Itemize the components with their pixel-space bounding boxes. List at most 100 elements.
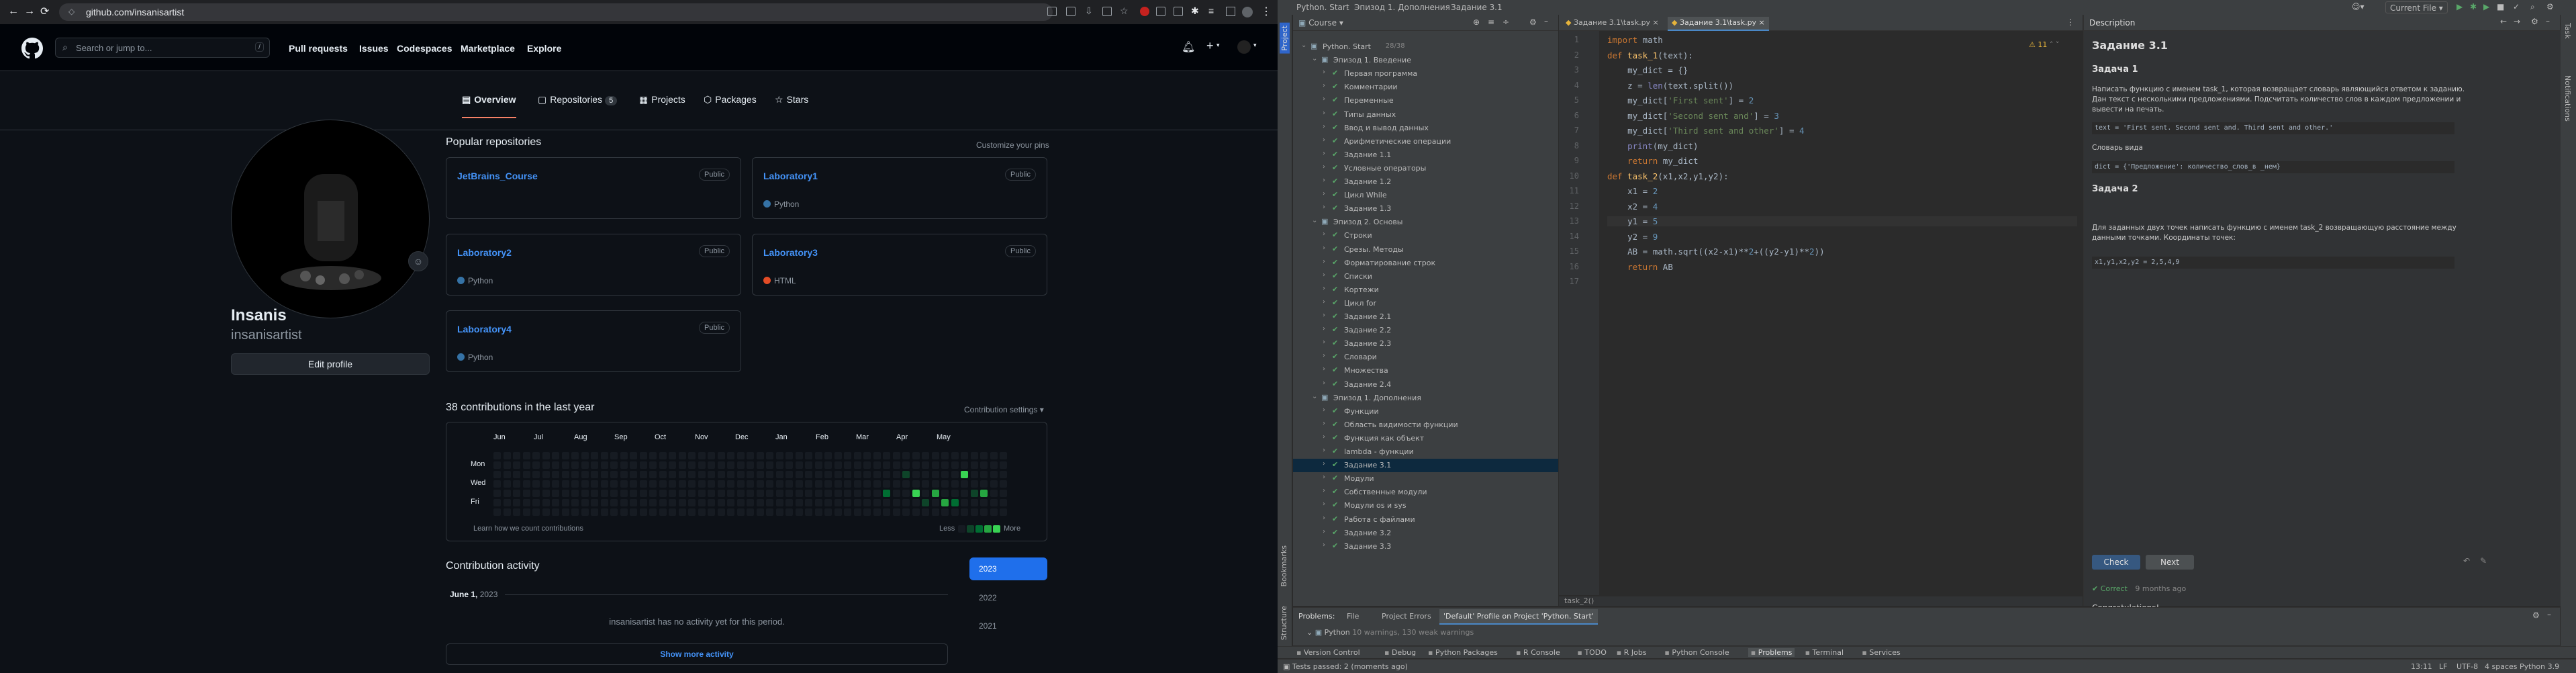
- contribution-day-cell[interactable]: [736, 490, 745, 497]
- contribution-day-cell[interactable]: [814, 480, 822, 488]
- contribution-day-cell[interactable]: [736, 499, 745, 506]
- tree-folder[interactable]: ⌄ ▣ Эпизод 2. Основы: [1293, 216, 1558, 229]
- contribution-day-cell[interactable]: [980, 480, 988, 488]
- contribution-day-cell[interactable]: [610, 452, 618, 459]
- contribution-day-cell[interactable]: [980, 461, 988, 469]
- contribution-day-cell[interactable]: [727, 461, 734, 469]
- contribution-day-cell[interactable]: [941, 499, 949, 506]
- chevron-right-icon[interactable]: ›: [1323, 285, 1325, 292]
- contribution-day-cell[interactable]: [649, 452, 657, 459]
- contribution-day-cell[interactable]: [736, 452, 745, 459]
- contribution-day-cell[interactable]: [990, 490, 998, 497]
- contribution-day-cell[interactable]: [600, 452, 608, 459]
- contribution-day-cell[interactable]: [649, 508, 657, 516]
- contribution-day-cell[interactable]: [970, 490, 978, 497]
- tool-button-python-console[interactable]: ▪ Python Console: [1664, 648, 1729, 657]
- contribution-day-cell[interactable]: [844, 490, 851, 497]
- tree-item[interactable]: › ✔ Задание 2.2: [1293, 324, 1558, 337]
- nav-issues[interactable]: Issues: [359, 43, 389, 54]
- contribution-day-cell[interactable]: [795, 471, 803, 478]
- chevron-right-icon[interactable]: ›: [1323, 312, 1325, 319]
- chevron-down-icon[interactable]: ⌄: [1312, 55, 1317, 62]
- code-line[interactable]: my_dict['Second sent and'] = 3: [1607, 111, 1779, 121]
- gear-icon[interactable]: ⚙: [1529, 17, 1537, 27]
- contribution-day-cell[interactable]: [1000, 508, 1007, 516]
- contribution-day-cell[interactable]: [708, 480, 715, 488]
- contribution-day-cell[interactable]: [493, 471, 501, 478]
- contribution-day-cell[interactable]: [931, 499, 939, 506]
- contribution-day-cell[interactable]: [561, 499, 569, 506]
- contribution-day-cell[interactable]: [873, 508, 881, 516]
- contribution-day-cell[interactable]: [853, 499, 861, 506]
- tree-item[interactable]: › ✔ Модули os и sys: [1293, 499, 1558, 512]
- undo-icon[interactable]: ↶: [2463, 556, 2470, 566]
- contribution-day-cell[interactable]: [630, 499, 637, 506]
- contribution-day-cell[interactable]: [571, 461, 579, 469]
- translate-icon[interactable]: [1066, 7, 1076, 16]
- download-icon[interactable]: ⇩: [1085, 5, 1093, 17]
- contribution-day-cell[interactable]: [834, 499, 842, 506]
- contribution-day-cell[interactable]: [639, 499, 647, 506]
- contribution-day-cell[interactable]: [620, 490, 628, 497]
- contribution-day-cell[interactable]: [931, 490, 939, 497]
- contribution-day-cell[interactable]: [747, 452, 754, 459]
- profile-avatar-icon[interactable]: [1242, 7, 1253, 17]
- contribution-day-cell[interactable]: [766, 508, 773, 516]
- tree-item[interactable]: › ✔ Область видимости функции: [1293, 418, 1558, 432]
- nav-explore[interactable]: Explore: [527, 43, 561, 54]
- forward-icon[interactable]: →: [24, 5, 35, 17]
- contribution-day-cell[interactable]: [581, 499, 589, 506]
- tree-item[interactable]: › ✔ Форматирование строк: [1293, 257, 1558, 270]
- contribution-day-cell[interactable]: [961, 490, 968, 497]
- contribution-day-cell[interactable]: [493, 452, 501, 459]
- contribution-day-cell[interactable]: [873, 490, 881, 497]
- contribution-day-cell[interactable]: [698, 508, 706, 516]
- project-tool-button[interactable]: Project: [1280, 23, 1290, 54]
- contribution-day-cell[interactable]: [873, 480, 881, 488]
- contribution-day-cell[interactable]: [571, 490, 579, 497]
- contribution-day-cell[interactable]: [990, 508, 998, 516]
- contribution-day-cell[interactable]: [844, 452, 851, 459]
- extension-icon[interactable]: [1174, 7, 1183, 16]
- contribution-day-cell[interactable]: [970, 461, 978, 469]
- contribution-day-cell[interactable]: [630, 461, 637, 469]
- contribution-day-cell[interactable]: [834, 461, 842, 469]
- contribution-day-cell[interactable]: [961, 480, 968, 488]
- contribution-day-cell[interactable]: [863, 452, 871, 459]
- contribution-day-cell[interactable]: [639, 471, 647, 478]
- contribution-day-cell[interactable]: [678, 452, 686, 459]
- nav-marketplace[interactable]: Marketplace: [461, 43, 515, 54]
- contribution-day-cell[interactable]: [747, 508, 754, 516]
- year-2021-button[interactable]: 2021: [979, 621, 997, 631]
- contribution-day-cell[interactable]: [1000, 499, 1007, 506]
- contribution-day-cell[interactable]: [951, 480, 959, 488]
- contribution-day-cell[interactable]: [698, 471, 706, 478]
- contribution-day-cell[interactable]: [688, 471, 696, 478]
- contribution-day-cell[interactable]: [795, 461, 803, 469]
- contribution-day-cell[interactable]: [824, 461, 832, 469]
- contribution-day-cell[interactable]: [931, 480, 939, 488]
- contribution-day-cell[interactable]: [522, 490, 530, 497]
- year-2022-button[interactable]: 2022: [979, 593, 997, 602]
- contribution-day-cell[interactable]: [766, 471, 773, 478]
- contribution-day-cell[interactable]: [688, 508, 696, 516]
- contribution-day-cell[interactable]: [591, 480, 598, 488]
- code-line[interactable]: import math: [1607, 35, 1663, 45]
- contribution-day-cell[interactable]: [951, 461, 959, 469]
- contribution-day-cell[interactable]: [990, 480, 998, 488]
- contribution-day-cell[interactable]: [795, 499, 803, 506]
- contribution-day-cell[interactable]: [980, 490, 988, 497]
- contribution-day-cell[interactable]: [600, 480, 608, 488]
- notifications-tool-button[interactable]: Notifications: [2563, 75, 2572, 122]
- contribution-day-cell[interactable]: [610, 471, 618, 478]
- contribution-day-cell[interactable]: [649, 490, 657, 497]
- contribution-day-cell[interactable]: [736, 461, 745, 469]
- problems-tab-file[interactable]: File: [1347, 612, 1359, 621]
- code-line[interactable]: return AB: [1607, 262, 1673, 272]
- back-arrow-icon[interactable]: ←: [2500, 17, 2507, 26]
- contribution-day-cell[interactable]: [980, 508, 988, 516]
- contribution-day-cell[interactable]: [785, 452, 793, 459]
- contribution-day-cell[interactable]: [814, 452, 822, 459]
- contribution-day-cell[interactable]: [766, 490, 773, 497]
- contribution-day-cell[interactable]: [970, 471, 978, 478]
